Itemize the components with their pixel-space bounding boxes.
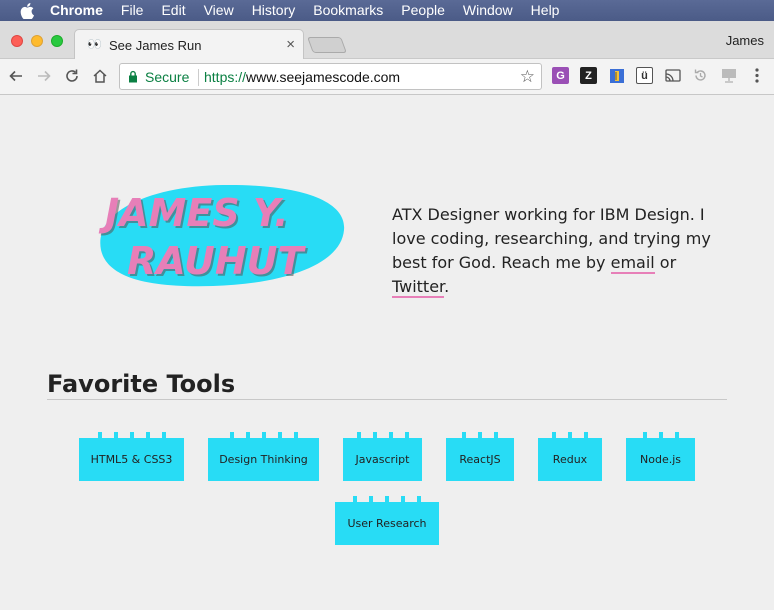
tool-design-thinking[interactable]: Design Thinking (208, 432, 319, 481)
tool-pegs (208, 432, 319, 438)
eyes-favicon-icon: 👀 (87, 37, 102, 51)
tool-pegs (343, 432, 422, 438)
bio-or: or (654, 253, 677, 272)
email-link[interactable]: email (610, 253, 655, 274)
menu-bookmarks[interactable]: Bookmarks (313, 0, 383, 21)
reload-icon[interactable] (62, 66, 82, 86)
section-divider (47, 399, 727, 400)
window-close-button[interactable] (11, 35, 23, 47)
tool-pegs (538, 432, 602, 438)
window-zoom-button[interactable] (51, 35, 63, 47)
url-host: www.seejamescode.com (246, 69, 401, 85)
home-icon[interactable] (90, 66, 110, 86)
tool-label: Javascript (355, 453, 410, 466)
tool-pegs (626, 432, 695, 438)
tab-close-icon[interactable]: × (286, 36, 295, 53)
window-minimize-button[interactable] (31, 35, 43, 47)
menu-app-chrome[interactable]: Chrome (50, 0, 103, 21)
menu-edit[interactable]: Edit (161, 0, 185, 21)
tool-pegs (335, 496, 439, 502)
favorite-tools-heading: Favorite Tools (47, 370, 236, 398)
tool-user-research[interactable]: User Research (335, 496, 439, 545)
tool-javascript[interactable]: Javascript (343, 432, 422, 481)
tool-label: Design Thinking (219, 453, 308, 466)
tool-label: HTML5 & CSS3 (90, 453, 173, 466)
forward-arrow-icon[interactable] (34, 66, 54, 86)
zotero-icon[interactable]: Z (580, 67, 597, 84)
lock-icon[interactable] (128, 70, 138, 86)
tool-nodejs[interactable]: Node.js (626, 432, 695, 481)
logo-line2: RAUHUT (127, 239, 306, 283)
url-text[interactable]: https://www.seejamescode.com (204, 69, 400, 85)
profile-name[interactable]: James (726, 33, 764, 48)
url-scheme: https:// (204, 69, 247, 85)
tool-label: Node.js (640, 453, 681, 466)
omnibox-divider (198, 69, 199, 86)
bookmark-star-icon[interactable]: ☆ (520, 67, 535, 87)
browser-toolbar: Secure https://www.seejamescode.com ☆ G … (0, 59, 774, 95)
tab-see-james-run[interactable]: 👀 See James Run × (74, 29, 304, 60)
menu-file[interactable]: File (121, 0, 144, 21)
back-arrow-icon[interactable] (6, 66, 26, 86)
tab-title: See James Run (109, 38, 202, 53)
tool-pegs (79, 432, 184, 438)
cast-icon[interactable] (664, 67, 681, 84)
bio-end: . (444, 277, 450, 296)
tool-label: Redux (552, 453, 588, 466)
grammarly-icon[interactable]: G (552, 67, 569, 84)
secure-label[interactable]: Secure (145, 69, 189, 85)
tool-redux[interactable]: Redux (538, 432, 602, 481)
menu-help[interactable]: Help (531, 0, 560, 21)
tool-pegs (446, 432, 514, 438)
tool-label: ReactJS (459, 453, 501, 466)
menu-icon[interactable] (748, 67, 765, 84)
menu-view[interactable]: View (204, 0, 234, 21)
menu-window[interactable]: Window (463, 0, 513, 21)
new-tab-button[interactable] (307, 37, 347, 53)
ublock-icon[interactable]: ü (636, 67, 653, 84)
tool-html5-css3[interactable]: HTML5 & CSS3 (79, 432, 184, 481)
address-bar[interactable]: Secure https://www.seejamescode.com ☆ (119, 63, 542, 90)
james-rauhut-logo[interactable]: JAMES Y. JAMES Y. RAUHUT RAUHUT (93, 180, 345, 288)
logo-line1: JAMES Y. (98, 191, 289, 235)
bio-paragraph: ATX Designer working for IBM Design. I l… (392, 203, 732, 299)
twitter-link[interactable]: Twitter (392, 277, 445, 298)
tool-reactjs[interactable]: ReactJS (446, 432, 514, 481)
menu-people[interactable]: People (401, 0, 445, 21)
menu-history[interactable]: History (252, 0, 296, 21)
screen-icon[interactable] (720, 67, 737, 84)
ruler-icon[interactable] (608, 67, 625, 84)
macos-menu-bar: Chrome File Edit View History Bookmarks … (0, 0, 774, 21)
apple-menu-icon[interactable] (18, 2, 36, 19)
tool-label: User Research (347, 517, 427, 530)
history-icon[interactable] (692, 67, 709, 84)
tab-strip: 👀 See James Run × James (0, 21, 774, 60)
